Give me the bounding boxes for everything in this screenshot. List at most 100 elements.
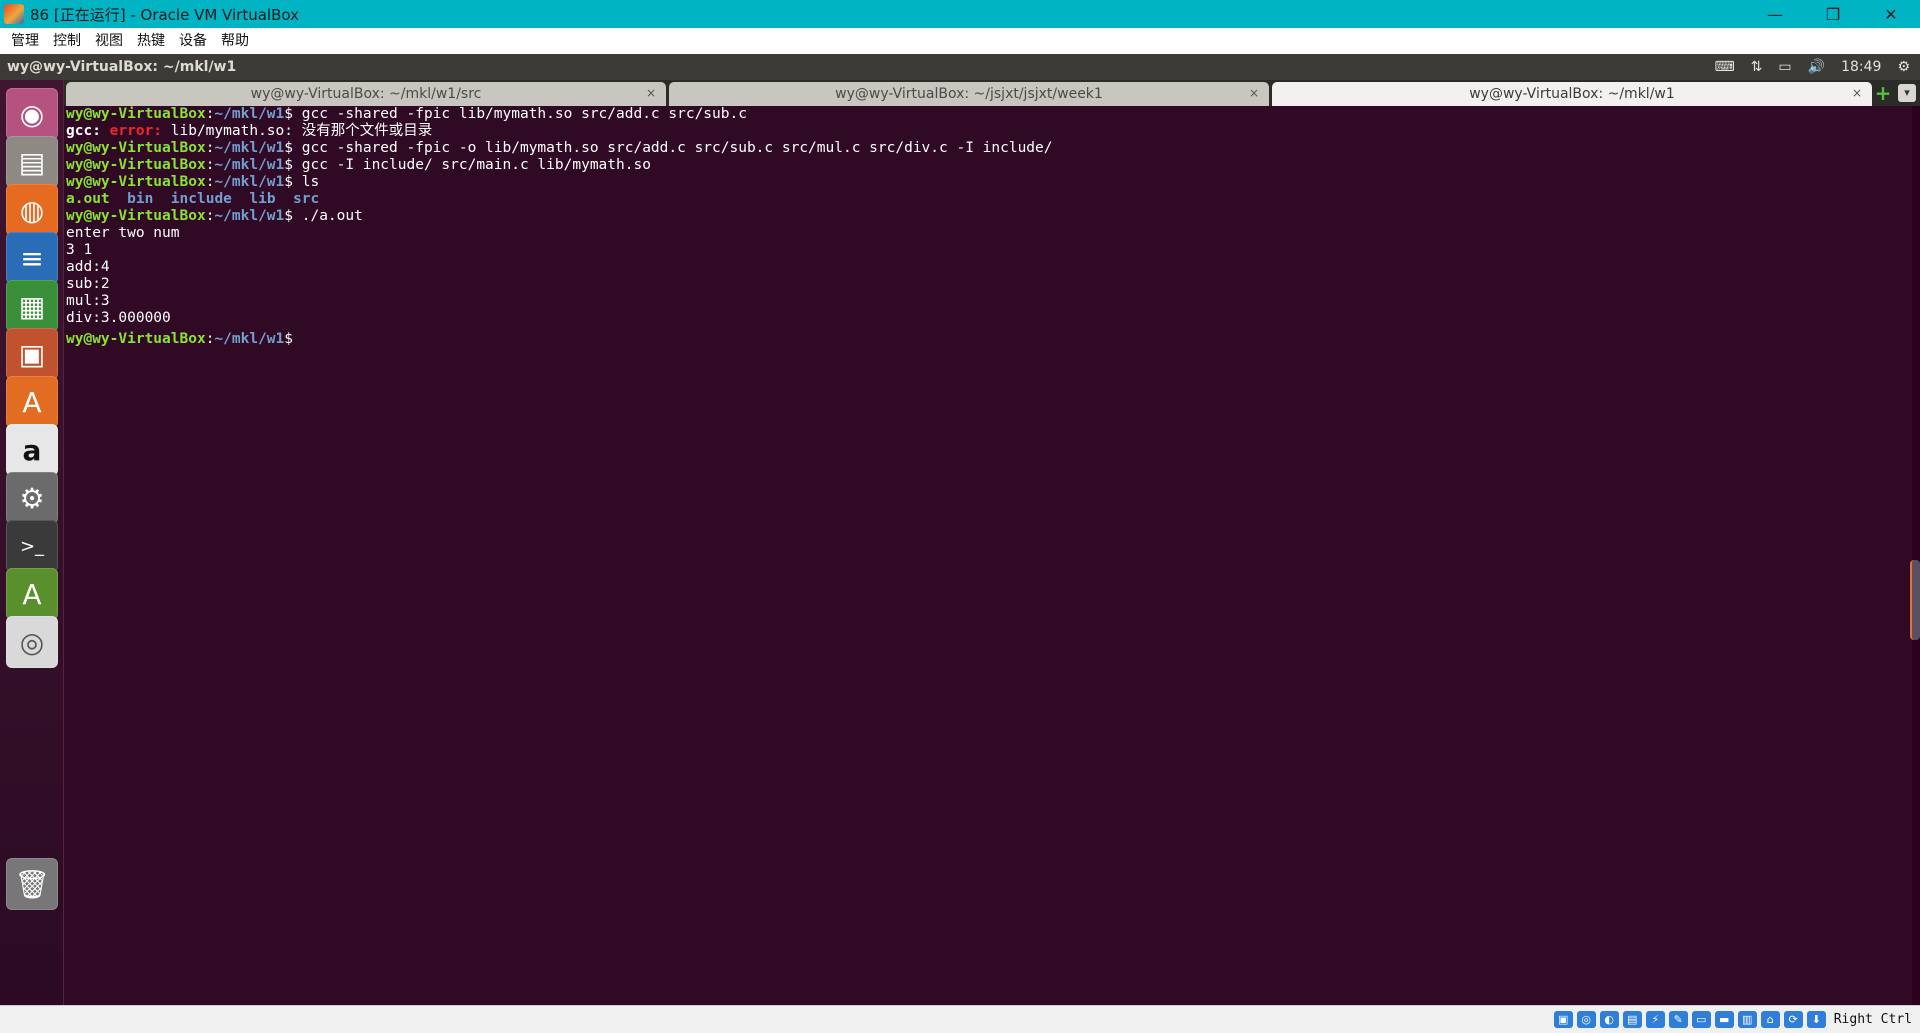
software-center-icon[interactable]: A [6, 376, 58, 428]
download-icon[interactable]: ⬇ [1806, 1011, 1826, 1028]
terminal-cursor [301, 327, 311, 343]
keyboard-icon[interactable]: ⌂ [1760, 1011, 1780, 1028]
ls-spacer [110, 191, 127, 207]
tab-menu-button[interactable]: ▾ [1898, 84, 1916, 102]
window-controls: — ❐ ✕ [1746, 0, 1920, 28]
tab-close-icon[interactable]: × [1852, 86, 1862, 100]
terminal-line: div:3.000000 [64, 310, 1912, 327]
usb-icon[interactable]: ⚡ [1645, 1011, 1665, 1028]
prompt-dollar: $ [284, 208, 302, 224]
prompt-path: ~/mkl/w1 [214, 140, 285, 156]
software-updater-icon[interactable]: A [6, 568, 58, 620]
terminal-line: wy@wy-VirtualBox:~/mkl/w1$ ./a.out [64, 208, 1912, 225]
trash-icon[interactable]: 🗑 [6, 858, 58, 910]
terminal-scrollbar[interactable] [1910, 560, 1920, 640]
menu-hotkeys[interactable]: 热键 [130, 28, 172, 54]
output-text: enter two num [66, 225, 180, 241]
gear-icon[interactable]: ⚙ [1897, 59, 1910, 75]
ubuntu-dash-icon[interactable]: ◉ [6, 88, 58, 140]
tab-close-icon[interactable]: × [646, 86, 656, 100]
terminal-line: add:4 [64, 259, 1912, 276]
terminal-line: enter two num [64, 225, 1912, 242]
menu-view[interactable]: 视图 [88, 28, 130, 54]
new-tab-button[interactable]: + [1874, 83, 1892, 103]
prompt-user: wy@wy-VirtualBox [66, 331, 206, 347]
host-title-bar: 86 [正在运行] - Oracle VM VirtualBox — ❐ ✕ [0, 0, 1920, 28]
status-indicators: ▣ ◎ ◐ ▤ ⚡ ✎ ▭ ▬ ▥ ⌂ ⟳ ⬇ Right Ctrl [1553, 1011, 1912, 1028]
display-icon[interactable]: ▭ [1691, 1011, 1711, 1028]
menu-help[interactable]: 帮助 [214, 28, 256, 54]
prompt-user: wy@wy-VirtualBox [66, 140, 206, 156]
system-settings-icon[interactable]: ⚙ [6, 472, 58, 524]
amazon-icon[interactable]: a [6, 424, 58, 476]
menu-control[interactable]: 控制 [46, 28, 88, 54]
error-label: error: [109, 123, 171, 139]
keyboard-icon[interactable]: ⌨ [1714, 59, 1734, 75]
restore-button[interactable]: ❐ [1804, 0, 1862, 28]
output-text: add:4 [66, 259, 110, 275]
output-text: 3 1 [66, 242, 93, 258]
prompt-path: ~/mkl/w1 [214, 208, 285, 224]
ls-entry: bin [127, 191, 154, 207]
writer-icon[interactable]: ≡ [6, 232, 58, 284]
firefox-icon[interactable]: ◍ [6, 184, 58, 236]
terminal-line: a.out bin include lib src [64, 191, 1912, 208]
output-text: sub:2 [66, 276, 110, 292]
battery-icon[interactable]: ▭ [1778, 59, 1791, 75]
optical-drive-icon[interactable]: ◎ [1576, 1011, 1596, 1028]
network-icon[interactable]: ▤ [1622, 1011, 1642, 1028]
calc-icon[interactable]: ▦ [6, 280, 58, 332]
terminal-line: sub:2 [64, 276, 1912, 293]
command-text: gcc -I include/ src/main.c lib/mymath.so [301, 157, 651, 173]
terminal-line: 3 1 [64, 242, 1912, 259]
mouse-integration-icon[interactable]: ▥ [1737, 1011, 1757, 1028]
launcher-glyph: ≡ [20, 241, 44, 275]
prompt-path: ~/mkl/w1 [214, 157, 285, 173]
tab-close-icon[interactable]: × [1249, 86, 1259, 100]
guest-tray: ⌨ ⇅ ▭ 🔊 18:49 ⚙ [1714, 54, 1920, 80]
launcher-glyph: a [22, 433, 42, 467]
virtualbox-app-icon [4, 4, 24, 24]
tab-src[interactable]: wy@wy-VirtualBox: ~/mkl/w1/src × [66, 82, 666, 106]
tab-w1-active[interactable]: wy@wy-VirtualBox: ~/mkl/w1 × [1272, 82, 1872, 106]
network-arrows-icon[interactable]: ⇅ [1751, 59, 1763, 75]
info-icon[interactable]: ⟳ [1783, 1011, 1803, 1028]
terminal-line: gcc: error: lib/mymath.so: 没有那个文件或目录 [64, 123, 1912, 140]
clock[interactable]: 18:49 [1841, 59, 1881, 75]
prompt-path: ~/mkl/w1 [214, 106, 285, 122]
launcher-glyph: >_ [19, 535, 45, 557]
host-menu-bar: 管理 控制 视图 热键 设备 帮助 [0, 28, 1920, 54]
terminal-line: wy@wy-VirtualBox:~/mkl/w1$ gcc -I includ… [64, 157, 1912, 174]
terminal-line: mul:3 [64, 293, 1912, 310]
files-icon[interactable]: ▤ [6, 136, 58, 188]
guest-window-title: wy@wy-VirtualBox: ~/mkl/w1 [7, 59, 237, 75]
terminal-icon[interactable]: >_ [6, 520, 58, 572]
optical-disc-icon[interactable]: ◎ [6, 616, 58, 668]
prompt-dollar: $ [284, 157, 302, 173]
host-status-bar: ▣ ◎ ◐ ▤ ⚡ ✎ ▭ ▬ ▥ ⌂ ⟳ ⬇ Right Ctrl [0, 1005, 1920, 1033]
video-capture-icon[interactable]: ▬ [1714, 1011, 1734, 1028]
impress-icon[interactable]: ▣ [6, 328, 58, 380]
minimize-button[interactable]: — [1746, 0, 1804, 28]
menu-devices[interactable]: 设备 [172, 28, 214, 54]
launcher-glyph: ▣ [18, 337, 46, 371]
tab-week1[interactable]: wy@wy-VirtualBox: ~/jsjxt/jsjxt/week1 × [669, 82, 1269, 106]
audio-icon[interactable]: ◐ [1599, 1011, 1619, 1028]
prompt-dollar: $ [284, 174, 302, 190]
tab-label: wy@wy-VirtualBox: ~/mkl/w1/src [250, 86, 482, 102]
hard-disk-icon[interactable]: ▣ [1553, 1011, 1573, 1028]
prompt-user: wy@wy-VirtualBox [66, 157, 206, 173]
terminal-output[interactable]: wy@wy-VirtualBox:~/mkl/w1$ gcc -shared -… [64, 106, 1912, 1005]
ls-entry: include [170, 191, 232, 207]
error-source: gcc: [66, 123, 110, 139]
ls-spacer [232, 191, 249, 207]
menu-manage[interactable]: 管理 [4, 28, 46, 54]
terminal-line: wy@wy-VirtualBox:~/mkl/w1$ ls [64, 174, 1912, 191]
volume-icon[interactable]: 🔊 [1808, 59, 1825, 75]
command-text: gcc -shared -fpic lib/mymath.so src/add.… [301, 106, 747, 122]
close-button[interactable]: ✕ [1862, 0, 1920, 28]
shared-folder-icon[interactable]: ✎ [1668, 1011, 1688, 1028]
terminal-line: wy@wy-VirtualBox:~/mkl/w1$ gcc -shared -… [64, 106, 1912, 123]
prompt-dollar: $ [284, 140, 302, 156]
launcher-glyph: A [22, 577, 42, 611]
